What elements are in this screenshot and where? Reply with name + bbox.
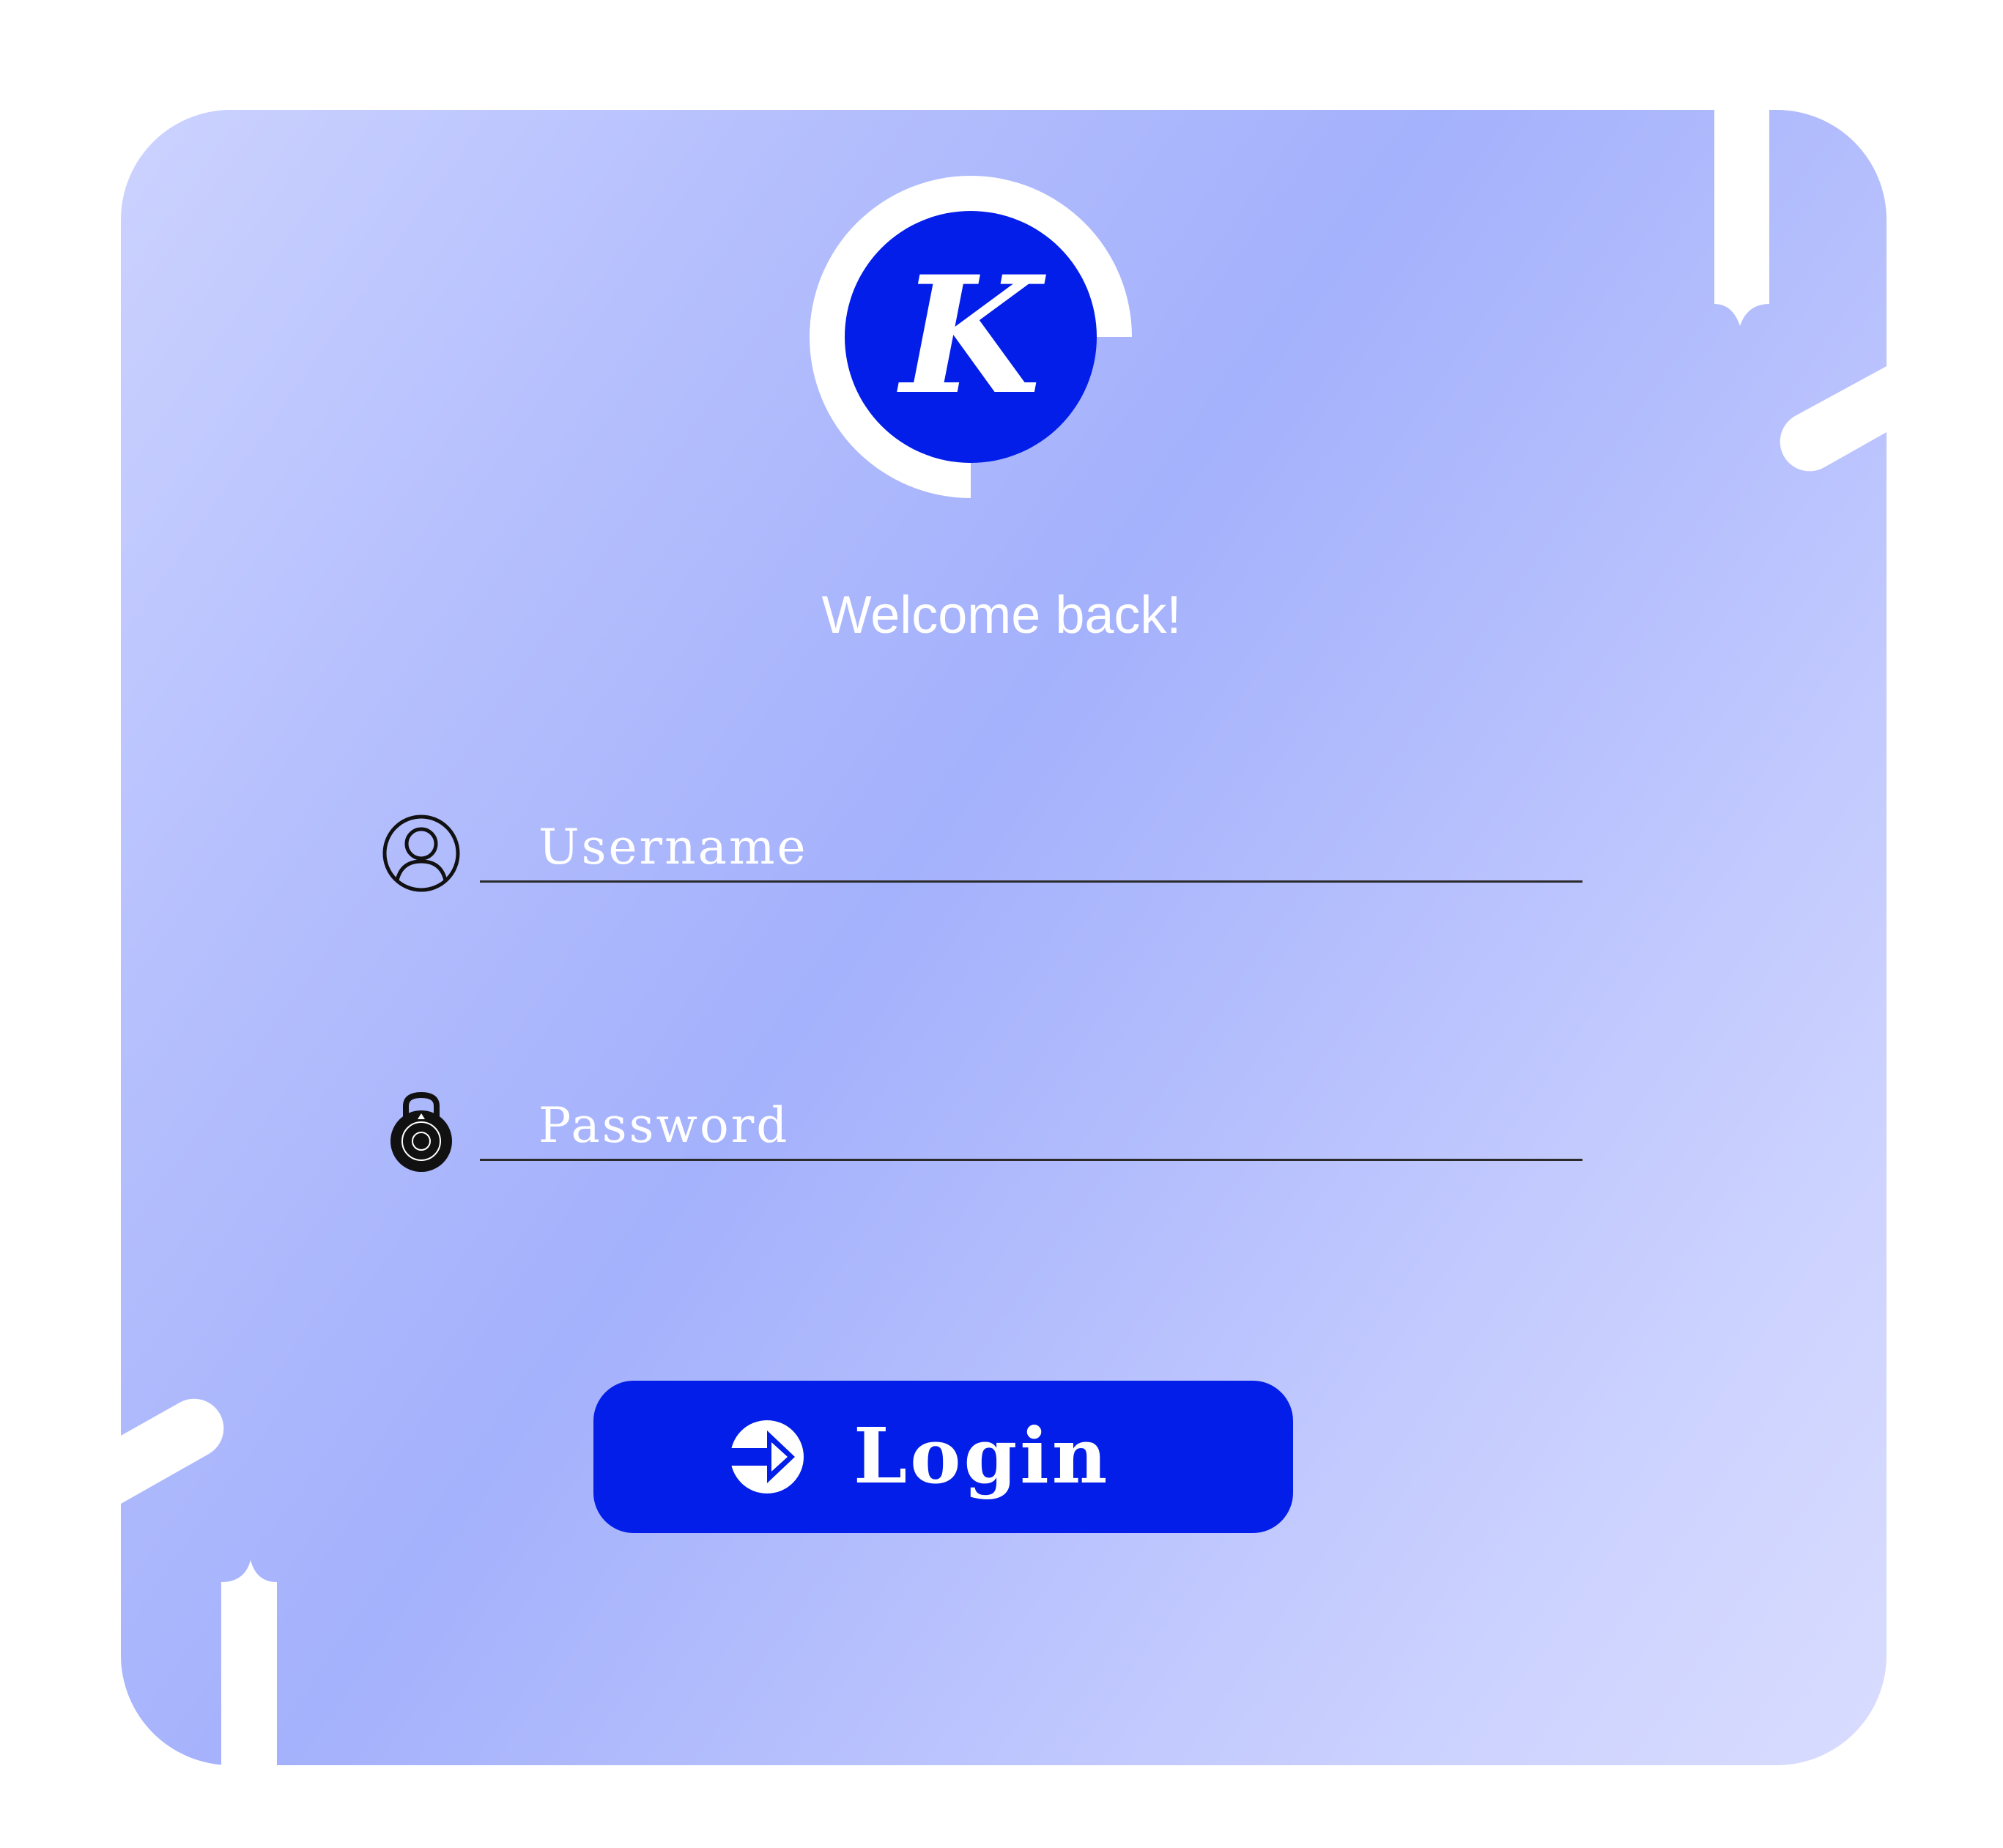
login-button[interactable]: Login	[593, 1381, 1293, 1533]
password-field	[381, 1091, 1582, 1187]
arrow-right-circle-icon	[729, 1420, 804, 1493]
combination-lock-icon	[390, 1091, 452, 1172]
username-input[interactable]	[480, 813, 1582, 883]
brand-logo: K	[810, 176, 1132, 498]
welcome-heading: Welcome back!	[821, 586, 1182, 645]
username-field	[381, 813, 1582, 908]
login-screen: K Welcome back! Login	[0, 0, 2003, 1848]
password-input[interactable]	[480, 1091, 1582, 1161]
user-circle-icon	[382, 814, 460, 892]
login-button-label: Login	[854, 1411, 1111, 1501]
logo-letter: K	[896, 240, 1046, 430]
